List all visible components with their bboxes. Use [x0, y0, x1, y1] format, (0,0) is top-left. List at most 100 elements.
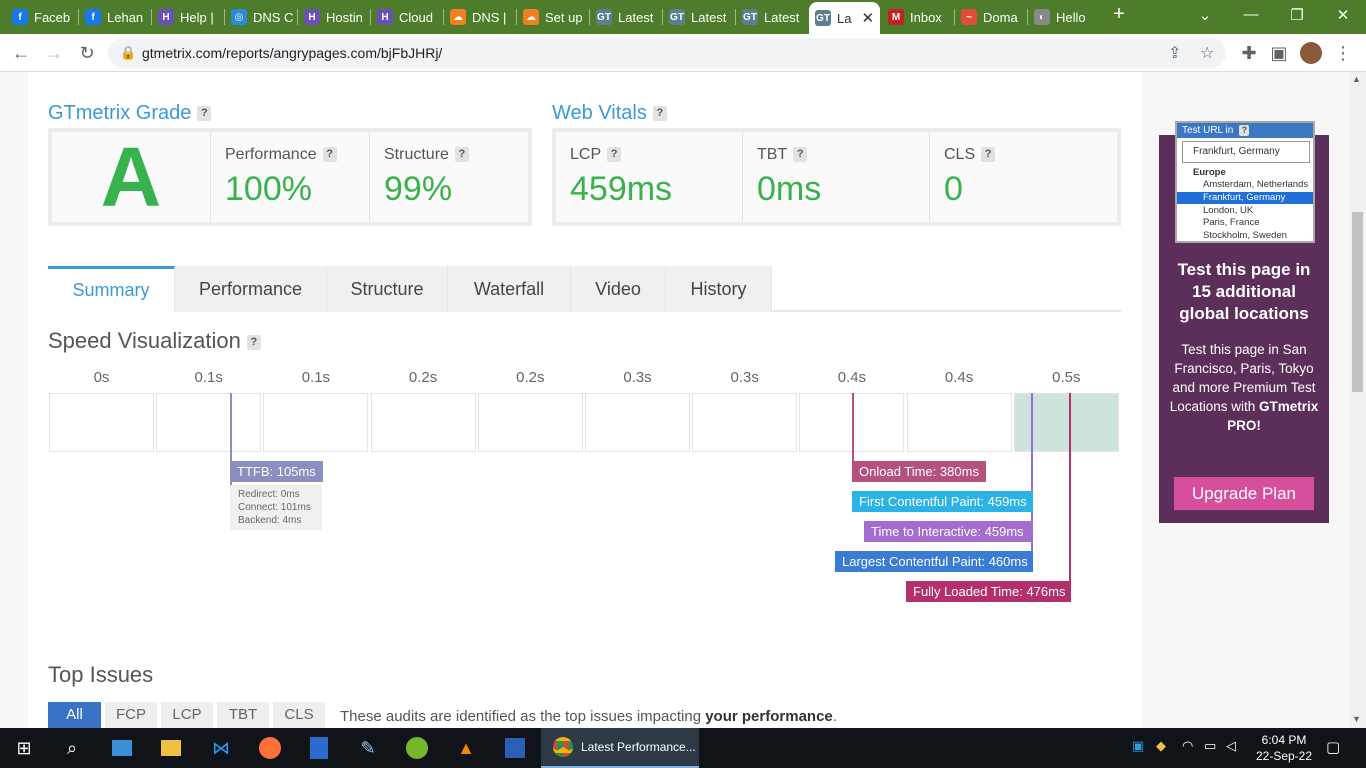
- taskbar-chrome-window[interactable]: Latest Performance...: [541, 728, 699, 768]
- ttfb-label: TTFB: 105ms: [230, 461, 323, 482]
- tab-video[interactable]: Video: [571, 266, 666, 312]
- tab-history[interactable]: History: [666, 266, 772, 312]
- tab-structure[interactable]: Structure: [327, 266, 448, 312]
- new-tab-icon[interactable]: +: [1104, 3, 1134, 26]
- help-icon[interactable]: ?: [981, 147, 996, 163]
- browser-tab[interactable]: H Cloud: [371, 4, 442, 30]
- tab-waterfall[interactable]: Waterfall: [448, 266, 571, 312]
- browser-tab[interactable]: H Hostin: [298, 4, 369, 30]
- page-content: GTmetrix Grade? A Performance? 100% Stru…: [0, 72, 1366, 728]
- word-icon[interactable]: [501, 734, 529, 762]
- forward-icon[interactable]: →: [41, 40, 67, 66]
- tab-performance[interactable]: Performance: [175, 266, 327, 312]
- calculator-icon[interactable]: [305, 734, 333, 762]
- filmstrip-frame[interactable]: [692, 393, 798, 452]
- browser-tab[interactable]: f Faceb: [6, 4, 77, 30]
- help-icon[interactable]: ?: [322, 147, 337, 163]
- extensions-icon[interactable]: ✚: [1236, 40, 1262, 66]
- tray-color-icon[interactable]: ◆: [1156, 738, 1166, 754]
- issues-tab-lcp[interactable]: LCP: [161, 702, 213, 728]
- timeline-tick-label: 0.5s: [1052, 369, 1081, 386]
- location-option[interactable]: Amsterdam, Netherlands: [1177, 179, 1313, 191]
- issues-tab-tbt[interactable]: TBT: [217, 702, 269, 728]
- ad-title: Test this page in 15 additional global l…: [1169, 259, 1319, 325]
- location-select[interactable]: Frankfurt, Germany: [1182, 141, 1310, 163]
- browser-tab[interactable]: ☁ Set up: [517, 4, 588, 30]
- page-scrollbar[interactable]: ▲ ▼: [1349, 72, 1366, 728]
- browser-tab[interactable]: GT La ✕: [809, 2, 880, 34]
- browser-tab[interactable]: ~ Doma: [955, 4, 1026, 30]
- utorrent-icon[interactable]: [403, 734, 431, 762]
- scroll-down-icon[interactable]: ▼: [1352, 714, 1361, 724]
- pro-upgrade-ad: Test URL in? Frankfurt, Germany Europe A…: [1159, 121, 1329, 523]
- scroll-thumb[interactable]: [1352, 212, 1363, 392]
- profile-avatar[interactable]: [1298, 40, 1324, 66]
- help-icon[interactable]: ?: [652, 106, 667, 122]
- paint-app-icon[interactable]: ✎: [354, 734, 382, 762]
- side-panel-icon[interactable]: ▣: [1266, 40, 1292, 66]
- location-option-selected[interactable]: Frankfurt, Germany: [1177, 192, 1313, 204]
- issues-tab-fcp[interactable]: FCP: [105, 702, 157, 728]
- filmstrip-frame[interactable]: [906, 393, 1012, 452]
- notification-icon[interactable]: ▢: [1326, 738, 1340, 756]
- tab-label: Faceb: [34, 9, 71, 25]
- filmstrip-frame[interactable]: [263, 393, 369, 452]
- tab-favicon-icon: GT: [596, 9, 612, 25]
- monitor-app-icon[interactable]: [108, 734, 136, 762]
- filmstrip-frame[interactable]: [585, 393, 690, 452]
- tab-search-icon[interactable]: ⌄: [1190, 6, 1220, 24]
- address-bar[interactable]: 🔒 gtmetrix.com/reports/angrypages.com/bj…: [108, 38, 1226, 68]
- browser-tab[interactable]: f Lehan: [79, 4, 150, 30]
- windows-start-icon[interactable]: ⊞: [10, 734, 38, 762]
- search-icon[interactable]: ⌕: [58, 734, 86, 762]
- system-clock[interactable]: 6:04 PM 22-Sep-22: [1252, 732, 1316, 764]
- share-icon[interactable]: ⇪: [1168, 43, 1181, 63]
- help-icon[interactable]: ?: [246, 334, 261, 350]
- browser-tab[interactable]: GT Latest: [590, 4, 661, 30]
- scroll-up-icon[interactable]: ▲: [1352, 74, 1361, 84]
- filmstrip-frame[interactable]: [49, 393, 154, 452]
- issues-tab-all[interactable]: All: [48, 702, 101, 728]
- browser-tab[interactable]: GT Latest: [736, 4, 807, 30]
- vlc-icon[interactable]: ▲: [452, 734, 480, 762]
- file-explorer-icon[interactable]: [157, 734, 185, 762]
- filmstrip-frame[interactable]: [1013, 393, 1119, 452]
- issues-tab-cls[interactable]: CLS: [273, 702, 325, 728]
- volume-icon[interactable]: ◁: [1226, 738, 1236, 754]
- reload-icon[interactable]: ↻: [74, 40, 100, 66]
- wifi-icon[interactable]: ◠: [1182, 738, 1193, 754]
- filmstrip-frame[interactable]: [370, 393, 476, 452]
- back-icon[interactable]: ←: [8, 40, 34, 66]
- tab-label: DNS |: [472, 9, 507, 25]
- browser-tab[interactable]: ◐ Hello: [1028, 4, 1099, 30]
- browser-tab[interactable]: H Help |: [152, 4, 223, 30]
- tray-app-icon[interactable]: ▣: [1132, 738, 1144, 754]
- minimize-icon[interactable]: —: [1236, 6, 1266, 23]
- battery-icon[interactable]: ▭: [1204, 738, 1216, 754]
- help-icon[interactable]: ?: [607, 147, 622, 163]
- upgrade-plan-button[interactable]: Upgrade Plan: [1174, 477, 1314, 510]
- browser-tab[interactable]: ☁ DNS |: [444, 4, 515, 30]
- close-window-icon[interactable]: ✕: [1328, 6, 1358, 24]
- menu-kebab-icon[interactable]: ⋮: [1330, 40, 1356, 66]
- browser-tab[interactable]: ◎ DNS C: [225, 4, 296, 30]
- browser-tab[interactable]: M Inbox: [882, 4, 953, 30]
- location-option[interactable]: Paris, France: [1177, 217, 1313, 229]
- maximize-icon[interactable]: ❐: [1282, 6, 1312, 24]
- location-option[interactable]: Stockholm, Sweden: [1177, 230, 1313, 242]
- help-icon[interactable]: ?: [793, 147, 808, 163]
- url-text[interactable]: gtmetrix.com/reports/angrypages.com/bjFb…: [142, 45, 442, 61]
- tab-close-icon[interactable]: ✕: [861, 9, 874, 27]
- bookmark-star-icon[interactable]: ☆: [1200, 43, 1214, 63]
- vscode-icon[interactable]: ⋈: [207, 734, 235, 762]
- help-icon[interactable]: ?: [454, 147, 469, 163]
- browser-tab[interactable]: GT Latest: [663, 4, 734, 30]
- ad-title-line: 15 additional: [1192, 282, 1296, 301]
- filmstrip-frame[interactable]: [156, 393, 262, 452]
- tab-label: Cloud: [399, 9, 433, 25]
- help-icon[interactable]: ?: [197, 106, 212, 122]
- tab-summary[interactable]: Summary: [48, 266, 175, 312]
- location-option[interactable]: London, UK: [1177, 205, 1313, 217]
- firefox-icon[interactable]: [256, 734, 284, 762]
- filmstrip-frame[interactable]: [477, 393, 583, 452]
